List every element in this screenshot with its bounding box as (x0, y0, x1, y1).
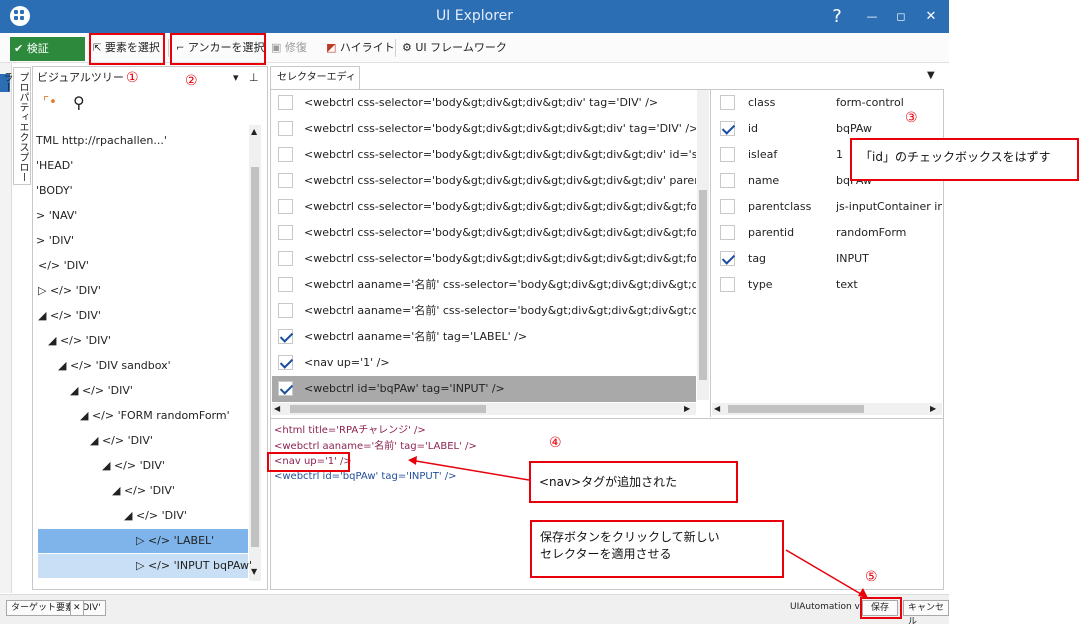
annotation-arrows (408, 456, 868, 598)
arrow-to-save (785, 549, 867, 598)
arrowhead-nav (408, 456, 417, 465)
arrow-to-nav (409, 459, 530, 481)
